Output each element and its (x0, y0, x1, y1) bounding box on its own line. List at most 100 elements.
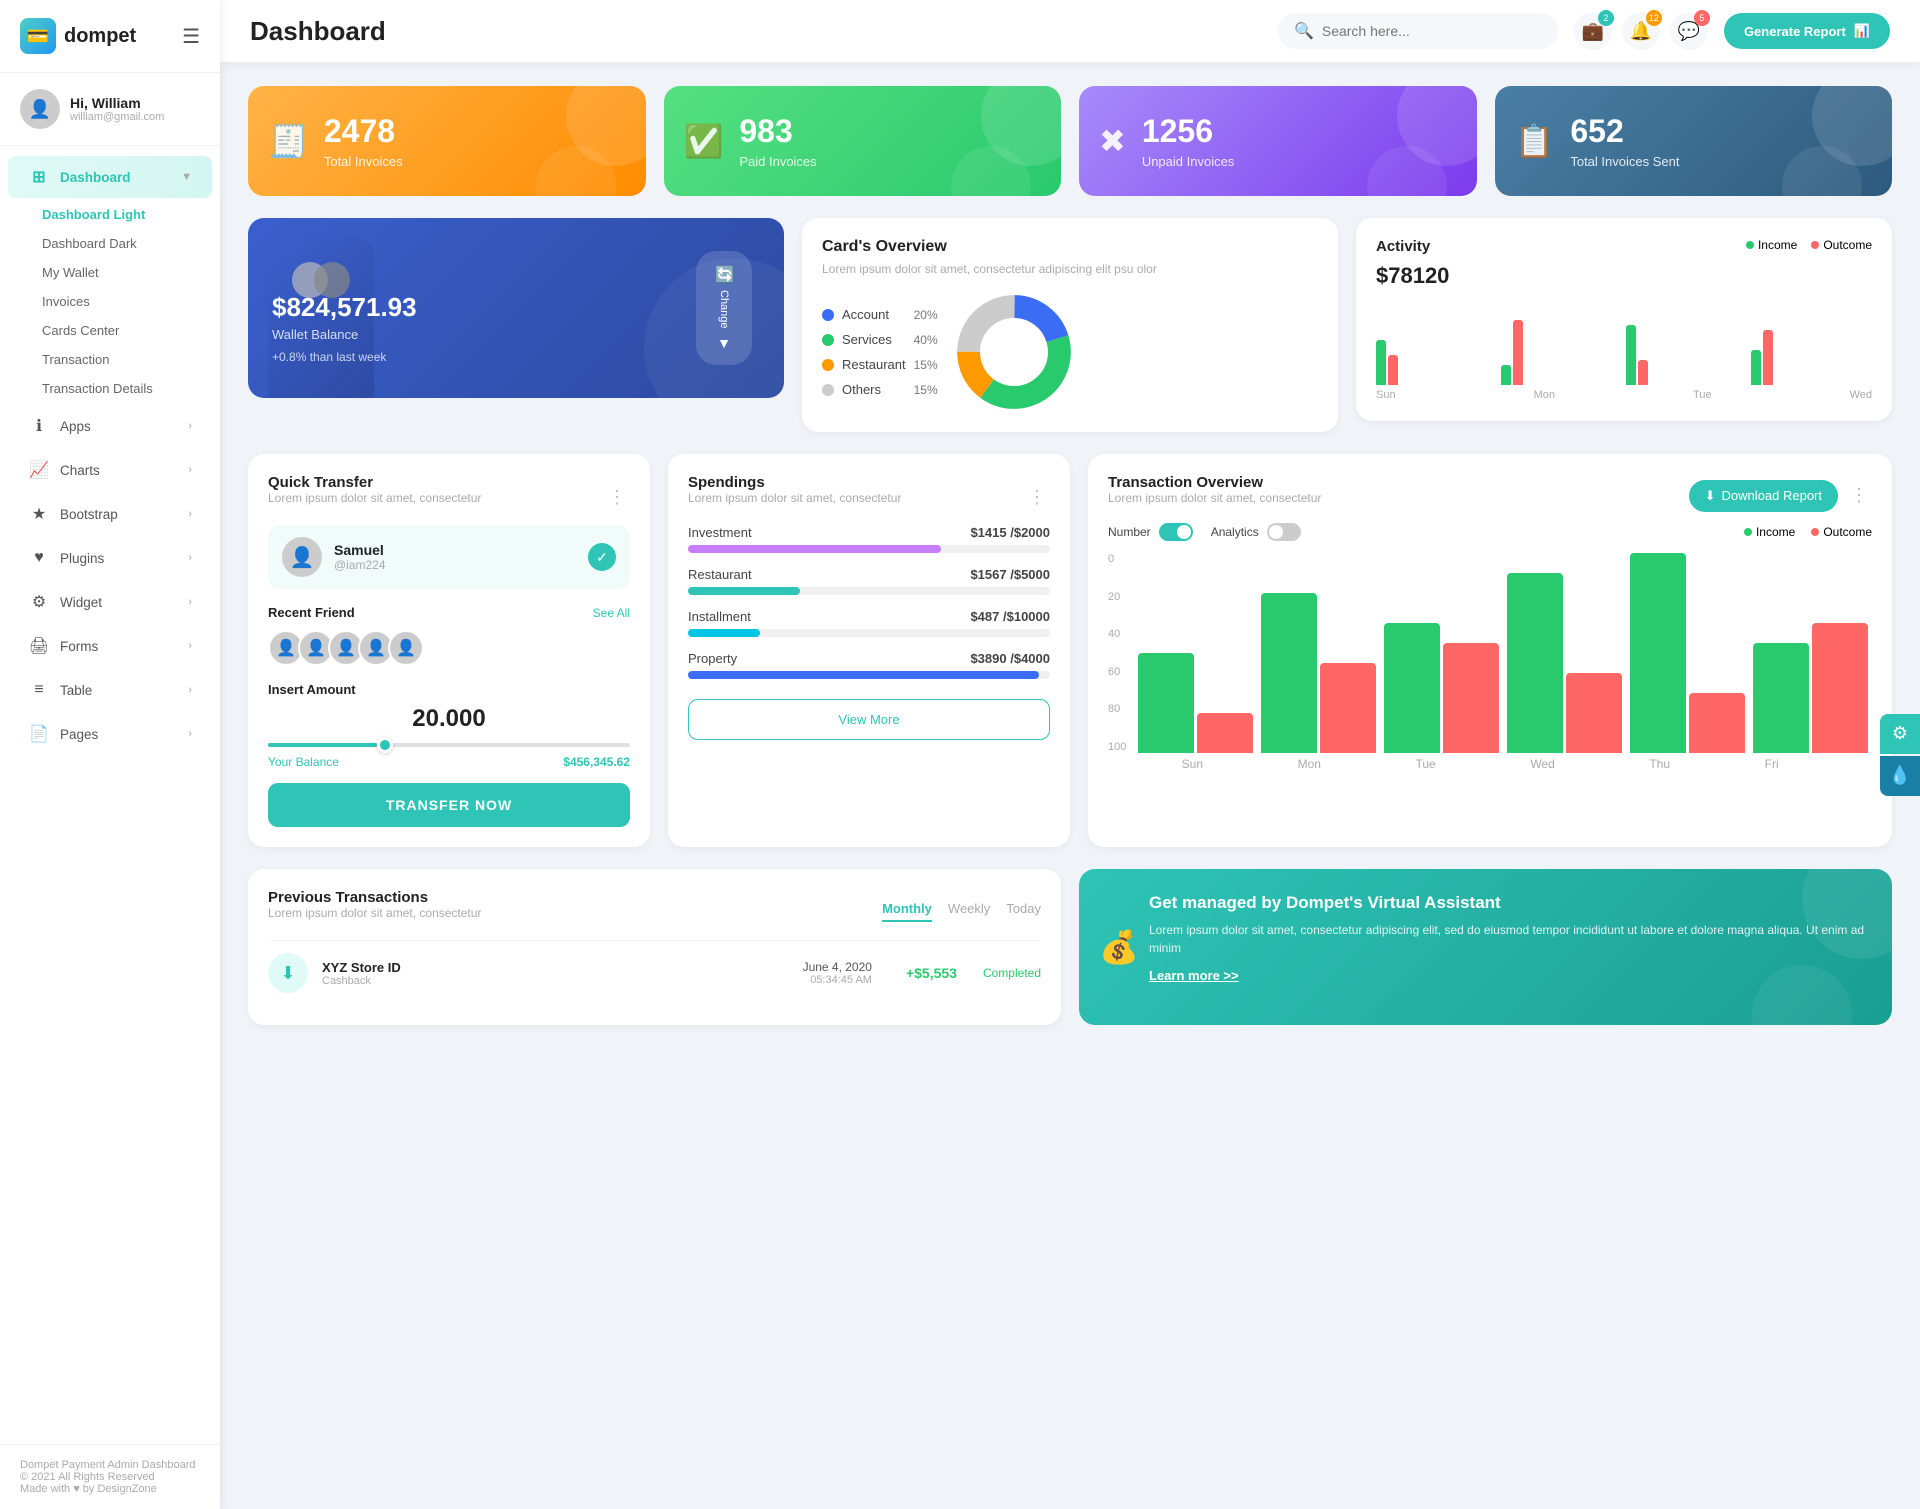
number-toggle[interactable] (1159, 523, 1193, 541)
sidebar-item-apps[interactable]: ℹ Apps › (8, 405, 212, 447)
sidebar-item-pages[interactable]: 📄 Pages › (8, 713, 212, 755)
search-box: 🔍 (1278, 13, 1558, 49)
prev-trans-header: Previous Transactions Lorem ipsum dolor … (268, 889, 1041, 934)
sidebar-label-pages: Pages (60, 727, 98, 742)
tab-weekly[interactable]: Weekly (948, 901, 990, 922)
label-sun: Sun (1376, 389, 1396, 401)
spending-investment: Investment $1415 /$2000 (688, 525, 1050, 553)
number-toggle-label: Number (1108, 525, 1151, 539)
analytics-toggle-group: Analytics (1211, 523, 1301, 541)
bar-tue-income (1626, 325, 1636, 385)
bar-group-sun (1138, 653, 1253, 753)
sidebar-label-plugins: Plugins (60, 551, 104, 566)
bar-wed-outcome (1763, 330, 1773, 385)
right-float-buttons: ⚙ 💧 (1880, 714, 1920, 796)
sidebar-subitem-transaction[interactable]: Transaction (0, 345, 220, 374)
to-dots-menu[interactable]: ⋮ (1846, 485, 1872, 506)
samuel-contact-card[interactable]: 👤 Samuel @iam224 ✓ (268, 525, 630, 589)
analytics-toggle[interactable] (1267, 523, 1301, 541)
amount-slider[interactable] (268, 743, 630, 747)
income-dot-2 (1744, 528, 1752, 536)
generate-report-button[interactable]: Generate Report 📊 (1724, 13, 1890, 49)
paid-invoices-label: Paid Invoices (739, 154, 816, 169)
sidebar-item-forms[interactable]: 🖨 Forms › (8, 625, 212, 667)
sidebar-item-table[interactable]: ≡ Table › (8, 669, 212, 711)
settings-float-btn[interactable]: ⚙ (1880, 714, 1920, 754)
account-dot (822, 309, 834, 321)
stat-card-paid-invoices: ✅ 983 Paid Invoices (664, 86, 1062, 196)
sidebar-item-charts[interactable]: 📈 Charts › (8, 449, 212, 491)
to-legend: Income Outcome (1744, 525, 1872, 539)
friend-5[interactable]: 👤 (388, 630, 424, 666)
income-legend: Income (1746, 238, 1797, 252)
table-icon: ≡ (28, 679, 50, 701)
unpaid-invoices-number: 1256 (1142, 113, 1235, 150)
search-input[interactable] (1322, 23, 1542, 39)
restaurant-amount: $1567 /$5000 (970, 567, 1050, 582)
activity-bar-chart (1376, 305, 1872, 385)
view-more-button[interactable]: View More (688, 699, 1050, 740)
see-all-link[interactable]: See All (593, 606, 630, 620)
spendings-title: Spendings (688, 474, 901, 491)
insert-amount-label: Insert Amount (268, 682, 630, 697)
label-wed: Wed (1850, 389, 1872, 401)
activity-amount: $78120 (1376, 263, 1449, 289)
va-learn-more-link[interactable]: Learn more >> (1149, 968, 1239, 983)
check-icon: ✓ (588, 543, 616, 571)
invoice-icon: 🧾 (268, 122, 308, 160)
transfer-now-button[interactable]: TRANSFER NOW (268, 783, 630, 827)
sidebar-subitem-invoices[interactable]: Invoices (0, 287, 220, 316)
income-label-2: Income (1756, 525, 1795, 539)
account-label: Account (842, 307, 889, 322)
stat-card-info-2: 983 Paid Invoices (739, 113, 816, 169)
chat-icon-btn[interactable]: 💬 5 (1670, 12, 1708, 50)
trans-tabs: Monthly Weekly Today (882, 901, 1041, 922)
slider-thumb[interactable] (377, 737, 393, 753)
tab-monthly[interactable]: Monthly (882, 901, 932, 922)
sidebar-item-widget[interactable]: ⚙ Widget › (8, 581, 212, 623)
paid-invoices-number: 983 (739, 113, 816, 150)
cards-overview-title: Card's Overview (822, 238, 1318, 256)
wallet-icon-btn[interactable]: 💼 2 (1574, 12, 1612, 50)
download-report-button[interactable]: ⬇ Download Report (1689, 480, 1838, 512)
pages-icon: 📄 (28, 723, 50, 745)
water-float-btn[interactable]: 💧 (1880, 756, 1920, 796)
app-logo-icon: 💳 (20, 18, 56, 54)
bar-wed-income (1751, 350, 1761, 385)
sidebar-subitem-cards-center[interactable]: Cards Center (0, 316, 220, 345)
outcome-legend-2: Outcome (1811, 525, 1872, 539)
plugins-icon: ♥ (28, 547, 50, 569)
restaurant-label: Restaurant (842, 357, 906, 372)
spendings-subtitle: Lorem ipsum dolor sit amet, consectetur (688, 491, 901, 505)
balance-value: $456,345.62 (563, 755, 630, 769)
outcome-dot (1811, 241, 1819, 249)
previous-transactions-section: Previous Transactions Lorem ipsum dolor … (248, 869, 1061, 1025)
bell-icon-btn[interactable]: 🔔 12 (1622, 12, 1660, 50)
sidebar-label-widget: Widget (60, 595, 102, 610)
dashboard-icon: ⊞ (28, 166, 50, 188)
big-bar-thu-outcome (1689, 693, 1745, 753)
sidebar-subitem-dashboard-dark[interactable]: Dashboard Dark (0, 229, 220, 258)
hamburger-menu[interactable]: ☰ (182, 24, 200, 49)
recent-friends-header: Recent Friend See All (268, 605, 630, 620)
chat-badge: 5 (1694, 10, 1710, 26)
income-legend-2: Income (1744, 525, 1795, 539)
sidebar-label-apps: Apps (60, 419, 91, 434)
spendings-dots-menu[interactable]: ⋮ (1024, 487, 1050, 508)
to-header: Transaction Overview Lorem ipsum dolor s… (1108, 474, 1872, 517)
tab-today[interactable]: Today (1006, 901, 1041, 922)
sidebar-item-plugins[interactable]: ♥ Plugins › (8, 537, 212, 579)
sidebar-subitem-dashboard-light[interactable]: Dashboard Light (0, 200, 220, 229)
sidebar-subitem-my-wallet[interactable]: My Wallet (0, 258, 220, 287)
chevron-right-icon-5: › (188, 596, 192, 608)
user-email: william@gmail.com (70, 111, 164, 123)
wallet-label: Wallet Balance (272, 327, 760, 342)
sidebar-item-bootstrap[interactable]: ★ Bootstrap › (8, 493, 212, 535)
sidebar-subitem-transaction-details[interactable]: Transaction Details (0, 374, 220, 403)
restaurant-label-s: Restaurant (688, 567, 752, 582)
gear-icon: ⚙ (1892, 723, 1908, 744)
qt-dots-menu[interactable]: ⋮ (604, 487, 630, 508)
trans-info: XYZ Store ID Cashback (322, 960, 401, 987)
sidebar-item-dashboard[interactable]: ⊞ Dashboard ▼ (8, 156, 212, 198)
legend-account: Account 20% (822, 307, 938, 322)
